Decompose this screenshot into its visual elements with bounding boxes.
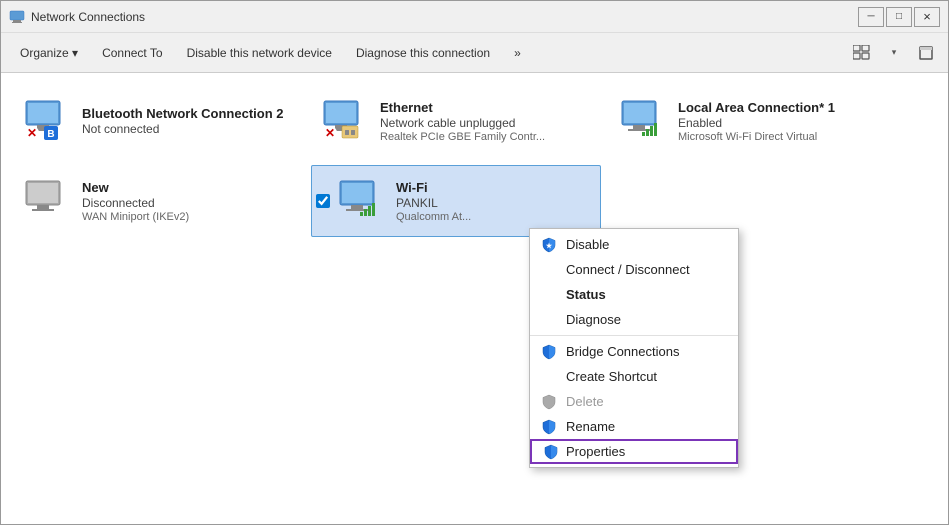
local-icon-container	[618, 95, 670, 147]
window-icon	[9, 9, 25, 25]
ctx-bridge[interactable]: Bridge Connections	[530, 339, 738, 364]
network-item-bluetooth[interactable]: ✕ B Bluetooth Network Connection 2 Not c…	[13, 85, 303, 157]
ctx-rename-icon	[540, 418, 558, 436]
ethernet-net-info: Ethernet Network cable unplugged Realtek…	[380, 100, 545, 143]
organize-button[interactable]: Organize ▾	[9, 41, 89, 65]
ctx-disable[interactable]: ★ Disable	[530, 232, 738, 257]
shield-icon-bridge	[541, 344, 557, 360]
ctx-separator-1	[530, 335, 738, 336]
network-item-new[interactable]: New Disconnected WAN Miniport (IKEv2)	[13, 165, 303, 237]
ctx-delete-icon	[540, 393, 558, 411]
wifi-name: Wi-Fi	[396, 180, 471, 195]
connect-to-button[interactable]: Connect To	[91, 41, 174, 65]
svg-text:✕: ✕	[27, 126, 37, 140]
network-item-local[interactable]: Local Area Connection* 1 Enabled Microso…	[609, 85, 899, 157]
grid-view-icon	[853, 45, 871, 61]
shield-icon-rename	[541, 419, 557, 435]
ctx-properties[interactable]: Properties	[530, 439, 738, 464]
ctx-connect-label: Connect / Disconnect	[566, 262, 690, 277]
new-monitor-icon	[22, 175, 70, 223]
local-net-info: Local Area Connection* 1 Enabled Microso…	[678, 100, 835, 143]
content-area: ✕ B Bluetooth Network Connection 2 Not c…	[1, 73, 948, 524]
view-dropdown-button[interactable]: ▾	[880, 41, 908, 65]
svg-text:B: B	[47, 129, 54, 140]
bluetooth-icon-container: ✕ B	[22, 95, 74, 147]
ctx-disable-label: Disable	[566, 237, 609, 252]
maximize-button[interactable]: □	[886, 7, 912, 27]
svg-text:★: ★	[546, 242, 553, 250]
network-item-ethernet[interactable]: ✕ Ethernet Network cable unplugged Realt…	[311, 85, 601, 157]
new-status: Disconnected	[82, 196, 189, 210]
ctx-disable-icon: ★	[540, 236, 558, 254]
shield-icon-delete	[541, 394, 557, 410]
diagnose-connection-button[interactable]: Diagnose this connection	[345, 41, 501, 65]
wifi-icon-container	[336, 175, 388, 227]
ctx-status[interactable]: Status	[530, 282, 738, 307]
ctx-shortcut[interactable]: Create Shortcut	[530, 364, 738, 389]
ctx-connect-disconnect[interactable]: Connect / Disconnect	[530, 257, 738, 282]
local-name: Local Area Connection* 1	[678, 100, 835, 115]
new-detail: WAN Miniport (IKEv2)	[82, 211, 189, 223]
ctx-diagnose[interactable]: Diagnose	[530, 307, 738, 332]
disable-network-button[interactable]: Disable this network device	[176, 41, 343, 65]
more-button[interactable]: »	[503, 41, 532, 65]
ctx-rename-label: Rename	[566, 419, 615, 434]
toolbar: Organize ▾ Connect To Disable this netwo…	[1, 33, 948, 73]
maximize-icon	[919, 46, 933, 60]
wifi-monitor-icon	[336, 175, 384, 223]
ethernet-icon-container: ✕	[320, 95, 372, 147]
window-controls: ─ □ ×	[858, 7, 940, 27]
ctx-rename[interactable]: Rename	[530, 414, 738, 439]
ctx-properties-icon	[542, 443, 560, 461]
network-connections-window: Network Connections ─ □ × Organize ▾ Con…	[0, 0, 949, 525]
ctx-shortcut-label: Create Shortcut	[566, 369, 657, 384]
svg-text:✕: ✕	[325, 126, 335, 140]
bluetooth-status: Not connected	[82, 122, 284, 136]
bluetooth-net-info: Bluetooth Network Connection 2 Not conne…	[82, 106, 284, 136]
ctx-bridge-icon	[540, 343, 558, 361]
shield-icon-properties	[543, 444, 559, 460]
ethernet-monitor-icon: ✕	[320, 95, 368, 143]
title-bar: Network Connections ─ □ ×	[1, 1, 948, 33]
network-item-wifi[interactable]: Wi-Fi PANKIL Qualcomm At...	[311, 165, 601, 237]
close-button[interactable]: ×	[914, 7, 940, 27]
new-net-info: New Disconnected WAN Miniport (IKEv2)	[82, 180, 189, 223]
local-detail: Microsoft Wi-Fi Direct Virtual	[678, 131, 835, 143]
ethernet-status: Network cable unplugged	[380, 116, 545, 130]
ctx-delete-label: Delete	[566, 394, 604, 409]
ethernet-detail: Realtek PCIe GBE Family Contr...	[380, 131, 545, 143]
ctx-status-label: Status	[566, 287, 606, 302]
context-menu: ★ Disable Connect / Disconnect Status Di…	[529, 228, 739, 468]
wifi-checkbox[interactable]	[316, 194, 330, 208]
wifi-status: PANKIL	[396, 196, 471, 210]
ctx-properties-label: Properties	[566, 444, 625, 459]
window-title: Network Connections	[31, 10, 858, 24]
view-icon-button[interactable]	[848, 41, 876, 65]
ctx-delete: Delete	[530, 389, 738, 414]
local-status: Enabled	[678, 116, 835, 130]
ctx-bridge-label: Bridge Connections	[566, 344, 679, 359]
window-maximize-button[interactable]	[912, 41, 940, 65]
minimize-button[interactable]: ─	[858, 7, 884, 27]
toolbar-right: ▾	[848, 41, 940, 65]
new-icon-container	[22, 175, 74, 227]
computer-monitor-icon: ✕ B	[22, 95, 70, 143]
local-monitor-icon	[618, 95, 666, 143]
ctx-diagnose-label: Diagnose	[566, 312, 621, 327]
ethernet-name: Ethernet	[380, 100, 545, 115]
wifi-net-info: Wi-Fi PANKIL Qualcomm At...	[396, 180, 471, 223]
bluetooth-name: Bluetooth Network Connection 2	[82, 106, 284, 121]
shield-icon-disable: ★	[541, 237, 557, 253]
new-name: New	[82, 180, 189, 195]
wifi-detail: Qualcomm At...	[396, 211, 471, 223]
